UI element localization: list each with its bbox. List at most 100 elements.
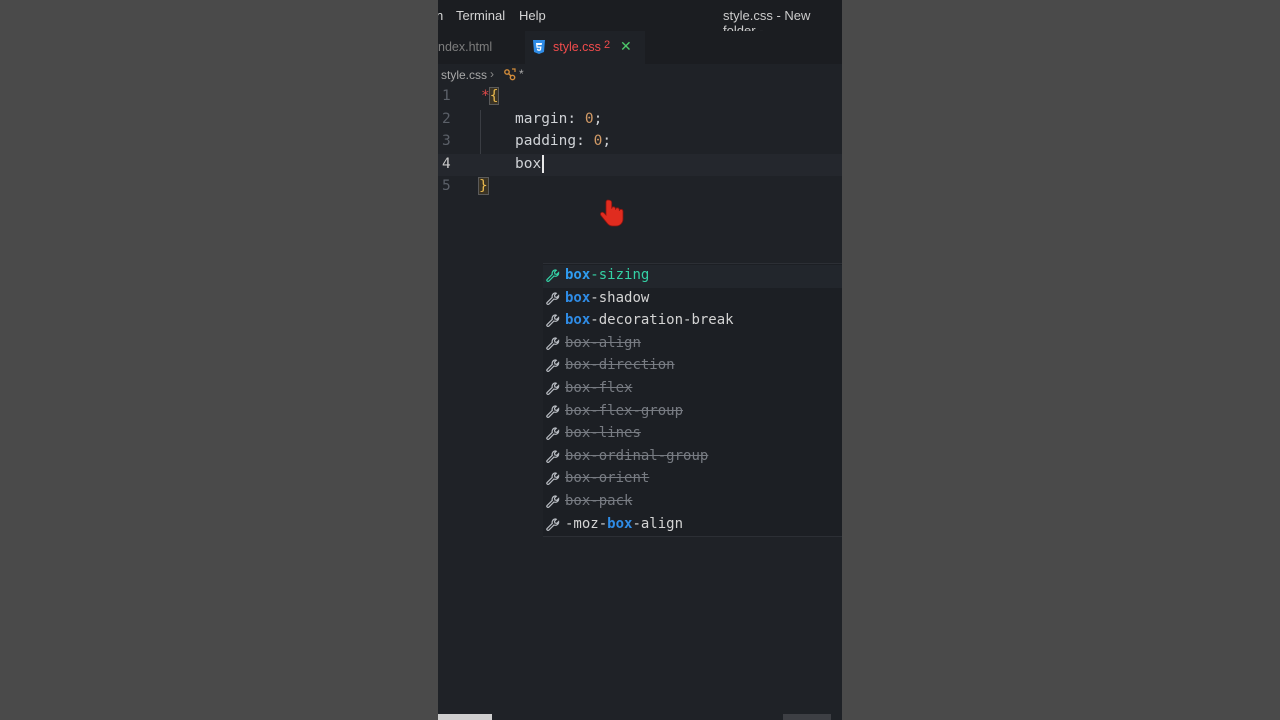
suggestion-item[interactable]: box-lines — [543, 423, 842, 446]
suggestion-label: box-align — [565, 335, 641, 351]
problem-count-badge: 2 — [604, 39, 611, 51]
close-icon[interactable]: ✕ — [620, 38, 632, 55]
tab-label: ndex.html — [438, 40, 493, 54]
code-token: ; — [602, 133, 612, 150]
suggestion-label: box-direction — [565, 357, 675, 373]
wrench-icon — [546, 404, 560, 419]
menu-item-help[interactable]: Help — [519, 8, 546, 23]
line-number: 4 — [442, 155, 451, 172]
suggestion-item[interactable]: box-pack — [543, 491, 842, 514]
suggestion-match: box — [565, 334, 591, 351]
code-line[interactable]: 2 margin: 0; — [438, 109, 842, 131]
suggestion-suffix: -sizing — [590, 267, 650, 283]
line-number: 1 — [442, 88, 451, 104]
vscode-window: n Terminal Help style.css - New folder -… — [438, 0, 842, 720]
suggestion-suffix: -align — [590, 334, 641, 351]
suggestion-label: box-ordinal-group — [565, 448, 708, 464]
tab-style-css[interactable]: style.css 2 ✕ — [525, 31, 645, 64]
suggestion-suffix: -flex — [590, 380, 633, 396]
code-token: { — [488, 87, 500, 105]
suggestion-label: box-orient — [565, 470, 649, 486]
suggestion-match: box — [565, 402, 591, 419]
suggestion-match: box — [565, 470, 591, 487]
horizontal-scrollbar-thumb[interactable] — [438, 714, 492, 720]
suggestion-item[interactable]: box-direction — [543, 355, 842, 378]
code-editor[interactable]: 1 *{2 margin: 0; 3 padding: 0; 4 box 5} box-siz… — [438, 86, 842, 720]
suggestion-suffix: -align — [632, 515, 684, 532]
code-text: } — [478, 177, 489, 196]
left-letterbox — [0, 0, 438, 720]
code-line[interactable]: 1 *{ — [438, 86, 842, 108]
suggestion-suffix: -lines — [590, 425, 641, 442]
hand-pointer-icon — [600, 199, 624, 227]
code-token: padding: — [515, 133, 594, 150]
breadcrumb-symbol[interactable]: * — [519, 67, 524, 81]
suggestion-match: box — [565, 289, 591, 306]
suggestion-suffix: -decoration-break — [590, 312, 734, 329]
breadcrumb-file[interactable]: style.css — [441, 68, 487, 82]
suggestion-label: box-shadow — [565, 290, 649, 306]
suggestion-prefix: -moz- — [565, 515, 608, 532]
suggestion-suffix: -flex-group — [590, 402, 684, 419]
suggestion-item[interactable]: box-align — [543, 333, 842, 356]
suggestion-suffix: -direction — [590, 357, 675, 374]
code-line[interactable]: 4 box — [438, 153, 842, 176]
suggestion-item[interactable]: box-shadow — [543, 288, 842, 311]
menu-bar: n Terminal Help style.css - New folder - — [438, 0, 842, 38]
suggestion-match: box — [565, 267, 591, 283]
wrench-icon — [546, 450, 560, 464]
menu-item-partial[interactable]: n — [438, 8, 443, 23]
line-number: 3 — [442, 133, 451, 150]
suggestion-item[interactable]: box-flex-group — [543, 401, 842, 424]
wrench-icon — [546, 472, 560, 486]
breadcrumb: style.css › * — [438, 64, 842, 86]
code-text: box — [515, 156, 541, 172]
wrench-icon — [546, 269, 560, 283]
code-text: *{ — [481, 87, 500, 105]
suggestion-item[interactable]: box-sizing — [543, 265, 842, 288]
suggestion-match: box — [565, 380, 591, 396]
suggestion-label: box-flex — [565, 380, 632, 396]
tab-label: style.css — [553, 40, 601, 54]
wrench-icon — [546, 291, 560, 306]
suggestion-match: box — [565, 312, 591, 329]
text-cursor — [542, 154, 544, 173]
suggestion-suffix: -pack — [590, 493, 633, 509]
code-text: padding: 0; — [515, 133, 611, 149]
suggestion-match: box — [565, 425, 591, 442]
suggestion-match: box — [565, 493, 591, 509]
suggestion-label: box-pack — [565, 493, 632, 509]
code-token: ; — [593, 110, 603, 127]
suggestion-suffix: -shadow — [590, 289, 650, 306]
suggestion-label: box-sizing — [565, 267, 649, 283]
suggestion-label: box-decoration-break — [565, 312, 734, 328]
suggestion-item[interactable]: box-decoration-break — [543, 310, 842, 333]
suggestion-item[interactable]: -moz-box-align — [543, 514, 842, 537]
menu-item-terminal[interactable]: Terminal — [456, 8, 505, 23]
code-token: * — [481, 88, 490, 104]
wrench-icon — [546, 314, 560, 328]
code-token: 0 — [593, 133, 603, 150]
code-token: 0 — [584, 110, 594, 127]
code-token: margin: — [515, 110, 585, 127]
wrench-icon — [546, 337, 560, 351]
suggestion-label: box-lines — [565, 425, 641, 441]
code-token: box — [515, 155, 542, 172]
suggestion-match: box — [607, 515, 633, 532]
editor-tabs: ndex.html style.css 2 ✕ — [438, 31, 842, 64]
autocomplete-widget: box-sizing box-shadow box-decoration-break… — [543, 263, 842, 537]
tab-index-html[interactable]: ndex.html — [438, 31, 524, 64]
suggestion-label: -moz-box-align — [565, 516, 683, 532]
code-token: } — [478, 177, 489, 196]
line-number: 5 — [442, 178, 451, 195]
wrench-icon — [546, 359, 560, 373]
code-line[interactable]: 3 padding: 0; — [438, 131, 842, 153]
suggestion-item[interactable]: box-ordinal-group — [543, 446, 842, 469]
css3-icon — [533, 40, 545, 54]
suggestion-label: box-flex-group — [565, 403, 683, 419]
suggestion-item[interactable]: box-flex — [543, 378, 842, 401]
wrench-icon — [546, 495, 560, 509]
suggestion-match: box — [565, 447, 591, 464]
code-line[interactable]: 5} — [438, 176, 842, 198]
suggestion-item[interactable]: box-orient — [543, 468, 842, 491]
